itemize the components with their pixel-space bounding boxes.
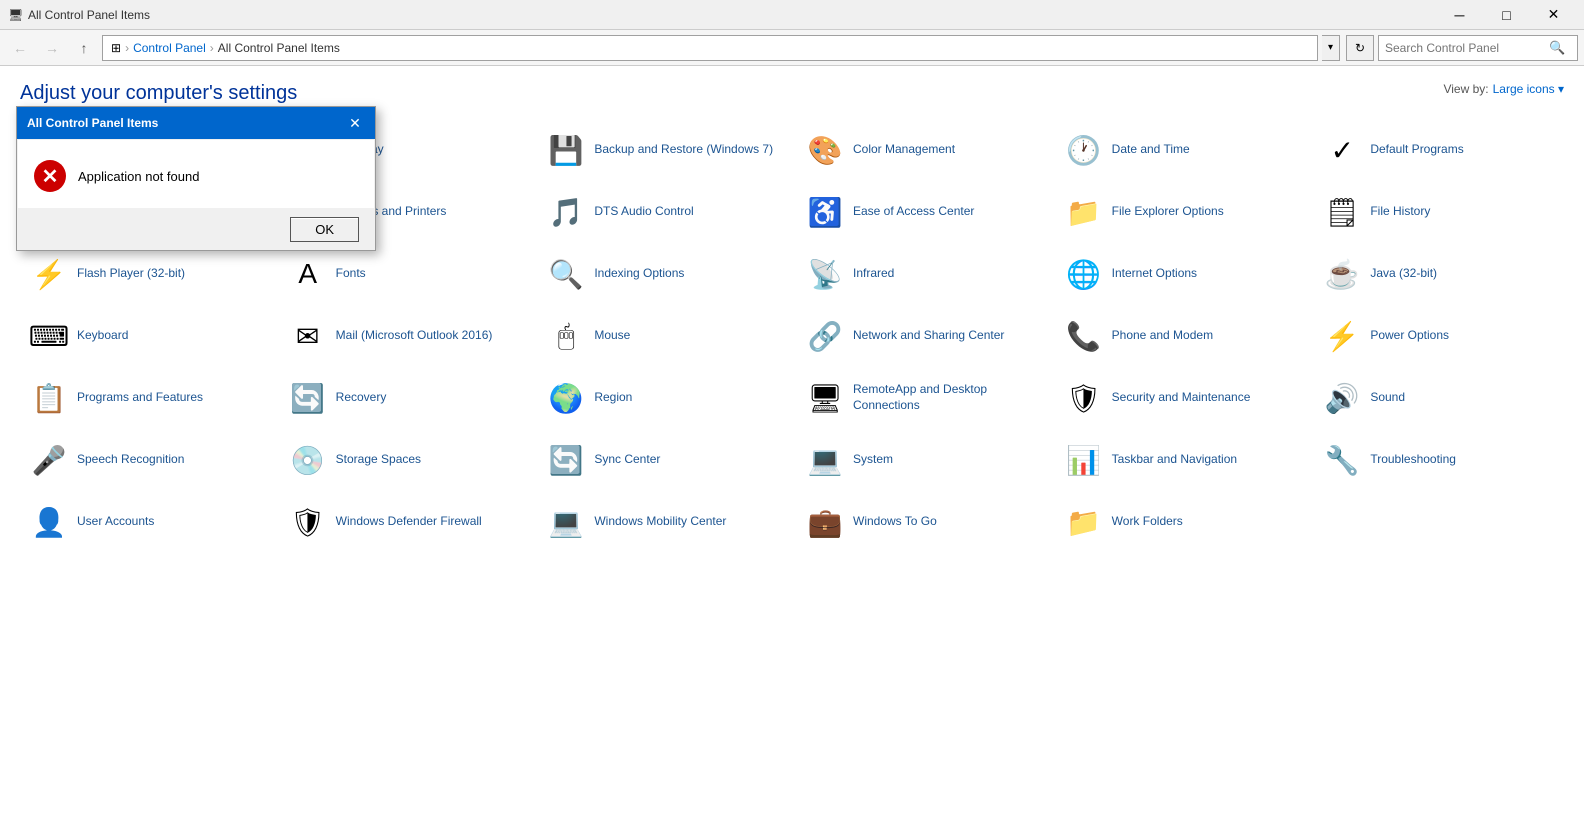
ok-button[interactable]: OK bbox=[290, 217, 359, 242]
dialog-body: ✕ Application not found bbox=[18, 140, 374, 208]
error-icon: ✕ bbox=[34, 160, 66, 192]
dialog-close-button[interactable]: ✕ bbox=[345, 113, 365, 133]
dialog-message: Application not found bbox=[78, 169, 199, 184]
dialog-titlebar: All Control Panel Items ✕ bbox=[17, 107, 375, 139]
dialog-overlay: All Control Panel Items ✕ ✕ Application … bbox=[0, 0, 1584, 837]
error-dialog: All Control Panel Items ✕ ✕ Application … bbox=[16, 106, 376, 251]
dialog-footer: OK bbox=[17, 209, 375, 250]
dialog-title: All Control Panel Items bbox=[27, 116, 158, 130]
